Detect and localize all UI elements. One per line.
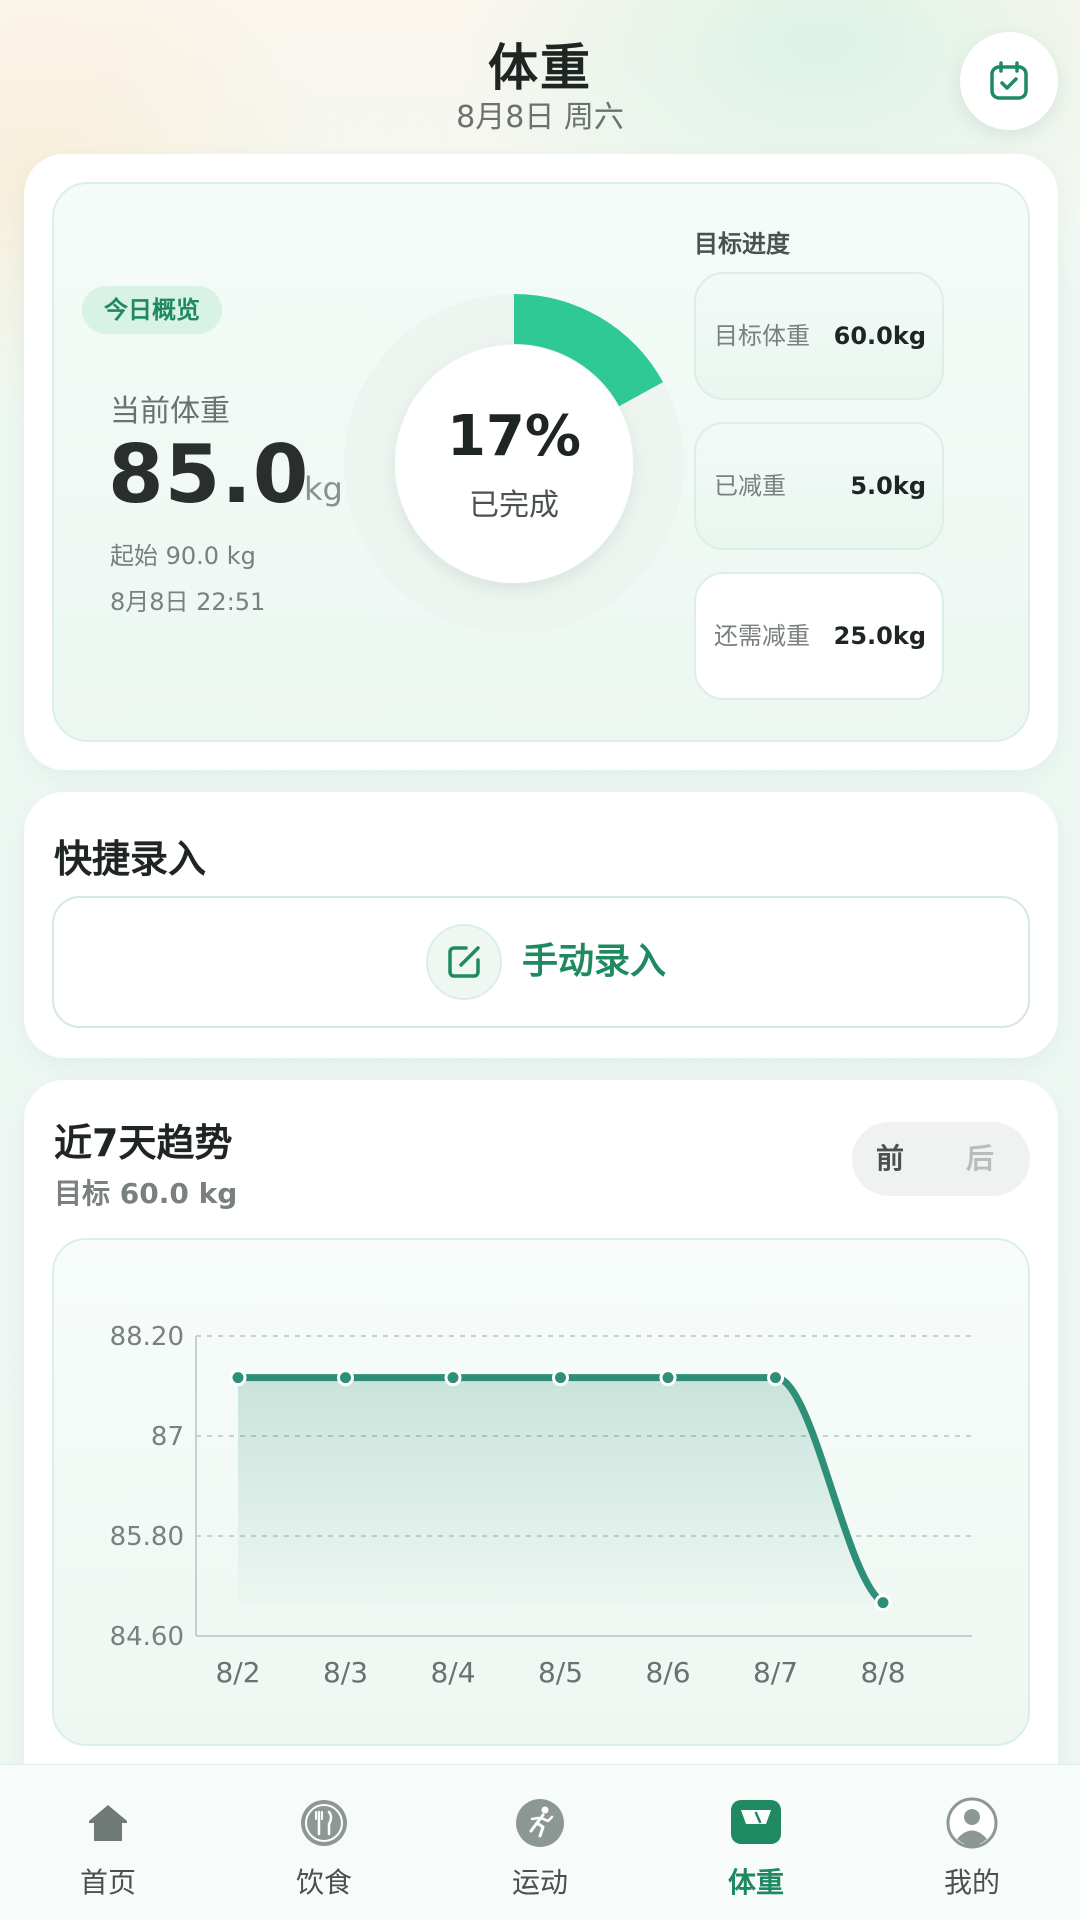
y-tick-label: 84.60	[110, 1622, 184, 1652]
record-time: 8月8日 22:51	[110, 588, 266, 616]
page-header: 体重 8月8日 周六	[0, 0, 1080, 150]
dining-icon	[296, 1795, 352, 1851]
x-tick-label: 8/6	[645, 1656, 690, 1689]
y-tick-label: 88.20	[110, 1322, 184, 1352]
x-tick-label: 8/4	[430, 1656, 475, 1689]
trend-goal: 目标 60.0 kg	[54, 1177, 238, 1210]
week-switcher: 前 后	[852, 1122, 1030, 1196]
data-point	[552, 1369, 569, 1387]
y-tick-label: 85.80	[110, 1522, 184, 1552]
calendar-button[interactable]	[960, 32, 1058, 130]
goal-remaining-value: 25.0kg	[833, 622, 926, 650]
profile-icon	[944, 1795, 1000, 1851]
goal-remaining-label: 还需减重	[714, 622, 810, 650]
trend-chart: 84.60 85.80 87 88.20 8/2 8/3 8/4 8/5 8/6 8/7 8/8	[52, 1238, 1030, 1746]
goal-target-label: 目标体重	[714, 322, 810, 350]
prev-week-button[interactable]: 前	[876, 1122, 904, 1196]
progress-percent: 17%	[446, 404, 582, 469]
quick-entry-card: 快捷录入 手动录入	[24, 792, 1058, 1058]
tab-diet-label: 饮食	[295, 1866, 352, 1899]
page-title: 体重	[488, 39, 592, 97]
goal-target-value: 60.0kg	[833, 322, 926, 350]
goal-lost-value: 5.0kg	[850, 472, 926, 500]
edit-icon	[426, 924, 502, 1000]
current-weight-label: 当前体重	[110, 394, 230, 429]
x-tick-label: 8/3	[323, 1656, 368, 1689]
goal-remaining-box: 还需减重 25.0kg	[694, 572, 944, 700]
trend-chart-svg: 84.60 85.80 87 88.20 8/2 8/3 8/4 8/5 8/6 8/7 8/8	[110, 1322, 972, 1689]
next-week-button[interactable]: 后	[966, 1122, 994, 1196]
data-point	[659, 1369, 677, 1387]
x-tick-label: 8/7	[753, 1656, 798, 1689]
scale-icon	[728, 1795, 784, 1851]
current-weight-unit: kg	[304, 470, 343, 508]
page-date: 8月8日 周六	[456, 100, 624, 135]
home-icon	[80, 1795, 136, 1851]
goal-lost-label: 已减重	[714, 472, 786, 500]
tab-weight-label: 体重	[727, 1866, 784, 1899]
progress-label: 已完成	[469, 488, 559, 523]
x-tick-label: 8/8	[860, 1656, 905, 1689]
current-weight-value: 85.0	[108, 428, 310, 521]
goal-lost-box: 已减重 5.0kg	[694, 422, 944, 550]
tab-home[interactable]: 首页	[0, 1765, 216, 1920]
data-point	[337, 1369, 354, 1387]
trend-area	[238, 1377, 883, 1606]
goal-target-box: 目标体重 60.0kg	[694, 272, 944, 400]
goal-section-title: 目标进度	[694, 230, 790, 258]
tab-exercise[interactable]: 运动	[432, 1765, 648, 1920]
tab-weight[interactable]: 体重	[648, 1765, 864, 1920]
start-weight: 起始 90.0 kg	[110, 542, 256, 570]
quick-entry-title: 快捷录入	[54, 837, 207, 881]
tab-profile-label: 我的	[943, 1866, 1000, 1899]
manual-entry-button[interactable]: 手动录入	[52, 896, 1030, 1028]
running-icon	[512, 1795, 568, 1851]
bottom-tab-bar: 首页 饮食 运动 体重 我的	[0, 1764, 1080, 1920]
x-tick-label: 8/2	[215, 1656, 260, 1689]
y-tick-label: 87	[151, 1422, 184, 1452]
tab-profile[interactable]: 我的	[864, 1765, 1080, 1920]
manual-entry-label: 手动录入	[522, 941, 667, 982]
data-point	[767, 1369, 784, 1387]
data-point	[874, 1594, 892, 1612]
today-overview-badge: 今日概览	[82, 286, 222, 334]
trend-title: 近7天趋势	[54, 1121, 233, 1165]
data-point	[444, 1369, 462, 1387]
x-tick-label: 8/5	[538, 1656, 583, 1689]
tab-diet[interactable]: 饮食	[216, 1765, 432, 1920]
tab-home-label: 首页	[79, 1866, 136, 1899]
calendar-check-icon	[990, 61, 1028, 100]
tab-exercise-label: 运动	[511, 1866, 568, 1899]
data-point	[229, 1369, 247, 1387]
